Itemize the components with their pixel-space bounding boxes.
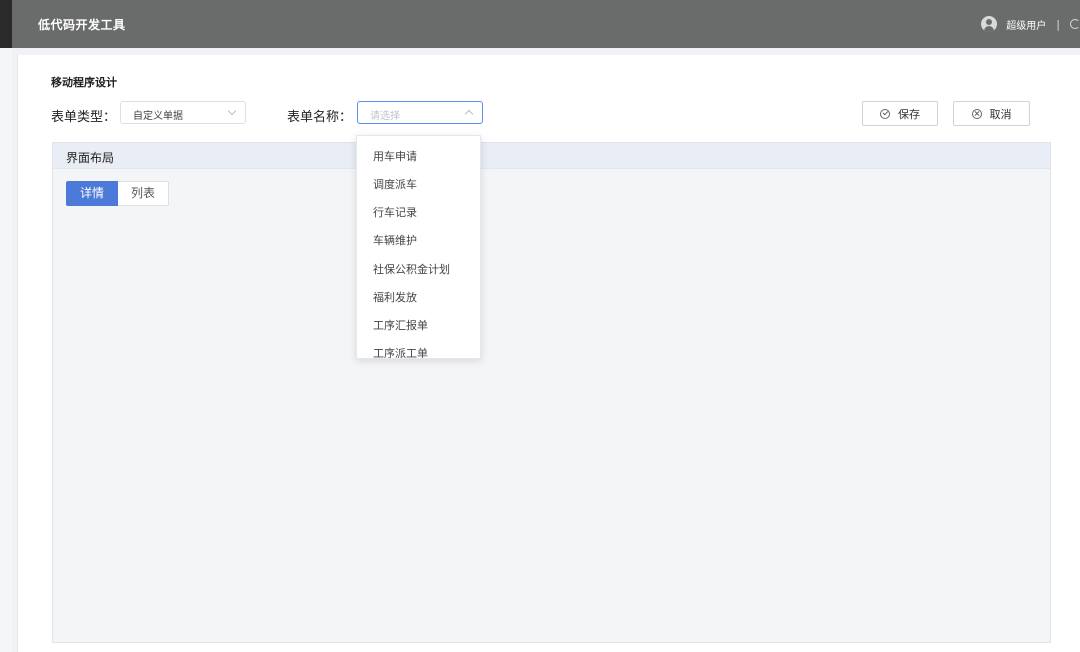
dropdown-option[interactable]: 行车记录 <box>373 204 417 220</box>
form-type-select[interactable]: 自定义单据 <box>120 101 246 124</box>
dropdown-option[interactable]: 调度派车 <box>373 176 417 192</box>
layout-title: 界面布局 <box>66 151 115 165</box>
form-name-dropdown: 用车申请 调度派车 行车记录 车辆维护 社保公积金计划 福利发放 工序汇报单 工… <box>356 135 481 359</box>
main-panel: 移动程序设计 表单类型： 自定义单据 表单名称： 请选择 保存 取消 界面布局 … <box>17 55 1080 652</box>
dropdown-option[interactable]: 车辆维护 <box>373 232 417 248</box>
cancel-button[interactable]: 取消 <box>953 101 1030 126</box>
layout-area: 界面布局 详情 列表 <box>52 142 1051 643</box>
form-name-placeholder: 请选择 <box>370 111 400 122</box>
form-name-label: 表单名称： <box>287 110 353 125</box>
form-type-value: 自定义单据 <box>133 111 183 122</box>
left-gutter <box>0 48 12 652</box>
save-label: 保存 <box>898 107 920 121</box>
cancel-label: 取消 <box>989 107 1012 121</box>
dropdown-option[interactable]: 工序汇报单 <box>373 317 428 333</box>
app-title: 低代码开发工具 <box>38 18 126 32</box>
user-area[interactable]: 超级用户 | <box>981 14 1080 34</box>
dropdown-option[interactable]: 福利发放 <box>373 289 417 305</box>
top-bar: 低代码开发工具 超级用户 | <box>0 0 1080 48</box>
chevron-up-icon <box>464 109 474 119</box>
check-circle-icon <box>880 108 890 119</box>
user-separator: | <box>1056 17 1060 31</box>
tab-list[interactable]: 列表 <box>118 181 170 206</box>
layout-header: 界面布局 <box>53 143 1050 169</box>
logout-icon[interactable] <box>1070 19 1080 29</box>
user-name[interactable]: 超级用户 <box>1006 17 1046 32</box>
user-avatar-icon[interactable] <box>981 16 998 32</box>
tab-detail[interactable]: 详情 <box>66 181 119 206</box>
page-title: 移动程序设计 <box>51 76 117 89</box>
save-button[interactable]: 保存 <box>862 101 938 126</box>
dropdown-option[interactable]: 社保公积金计划 <box>373 261 450 277</box>
top-bar-left-strip <box>0 0 12 48</box>
dropdown-option[interactable]: 工序派工单 <box>373 345 428 358</box>
close-circle-icon <box>971 108 982 119</box>
chevron-down-icon <box>227 106 237 116</box>
form-name-select[interactable]: 请选择 <box>357 101 483 124</box>
layout-tabs: 详情 列表 <box>66 181 170 206</box>
dropdown-option[interactable]: 用车申请 <box>373 148 417 164</box>
form-type-label: 表单类型： <box>51 110 117 125</box>
